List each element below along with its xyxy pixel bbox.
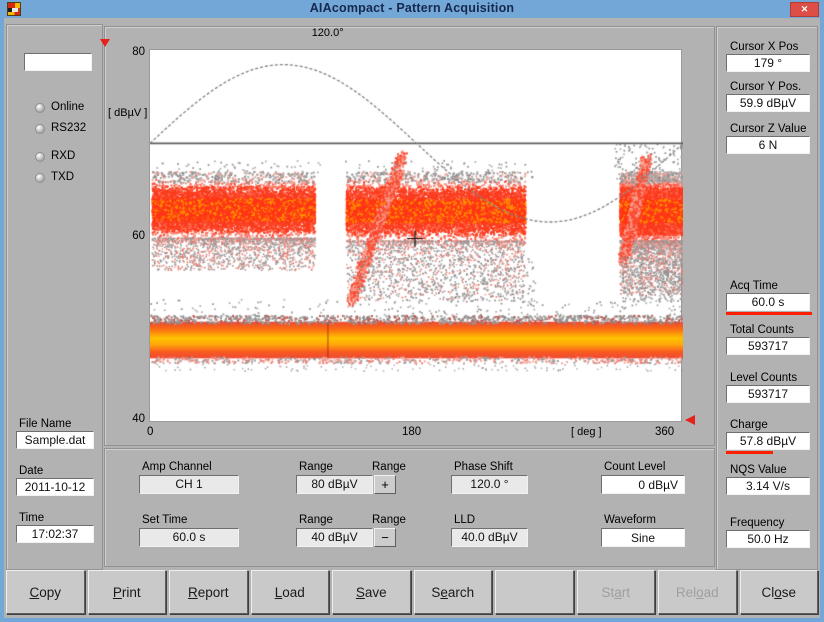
x-tick-180: 180 [402, 426, 421, 438]
cursor-z-field: 6 N [726, 136, 810, 154]
cursor-x-field: 179 ° [726, 54, 810, 72]
cursor-z-label: Cursor Z Value [730, 123, 806, 135]
range-low-field: 40 dBµV [296, 528, 373, 547]
window-body: Online RS232 RXD TXD File Name Sample.da… [4, 18, 820, 618]
acq-time-field: 60.0 s [726, 293, 810, 311]
y-tick-40: 40 [109, 413, 145, 425]
y-tick-60: 60 [109, 230, 145, 242]
nqs-field: 3.14 V/s [726, 477, 810, 495]
close-button-bottom[interactable]: Close [740, 570, 819, 614]
pattern-canvas[interactable] [150, 50, 683, 423]
set-time-label: Set Time [142, 514, 187, 526]
range-high-field: 80 dBµV [296, 475, 373, 494]
waveform-input[interactable] [601, 528, 685, 547]
status-panel: Online RS232 RXD TXD File Name Sample.da… [6, 24, 103, 570]
axis-cursor-arrow-icon[interactable] [685, 415, 695, 425]
rxd-led [35, 152, 45, 162]
total-counts-label: Total Counts [730, 324, 794, 336]
lld-field: 40.0 dBµV [451, 528, 528, 547]
range-minus-button[interactable]: − [374, 528, 396, 547]
phase-shift-label: Phase Shift [454, 461, 513, 473]
search-button[interactable]: Search [414, 570, 493, 614]
blank-button[interactable] [495, 570, 574, 614]
acq-time-progress [726, 312, 812, 315]
level-counts-field: 593717 [726, 385, 810, 403]
status-display-box [24, 53, 92, 71]
x-axis-unit: [ deg ] [571, 426, 602, 438]
range-low-label: Range [299, 514, 333, 526]
print-button[interactable]: Print [88, 570, 167, 614]
level-counts-label: Level Counts [730, 372, 797, 384]
txd-led-label: TXD [51, 171, 74, 183]
cursor-y-field: 59.9 dBµV [726, 94, 810, 112]
cursor-x-label: Cursor X Pos [730, 41, 798, 53]
y-axis-unit: [ dBµV ] [108, 107, 147, 119]
readout-panel: Cursor X Pos 179 ° Cursor Y Pos. 59.9 dB… [716, 26, 818, 570]
plot-area [149, 49, 682, 422]
lld-label: LLD [454, 514, 475, 526]
app-window: AIAcompact - Pattern Acquisition ✕ Onlin… [0, 0, 824, 622]
acquisition-controls-panel: Amp Channel CH 1 Range 80 dBµV Range + P… [104, 448, 715, 567]
rxd-led-label: RXD [51, 150, 75, 162]
save-button[interactable]: Save [332, 570, 411, 614]
nqs-label: NQS Value [730, 464, 787, 476]
window-title: AIAcompact - Pattern Acquisition [0, 1, 824, 15]
button-row: Copy Print Report Load Save Search Start… [6, 570, 818, 614]
frequency-field: 50.0 Hz [726, 530, 810, 548]
set-time-field: 60.0 s [139, 528, 239, 547]
load-button[interactable]: Load [251, 570, 330, 614]
time-field: 17:02:37 [16, 525, 94, 543]
copy-button[interactable]: Copy [6, 570, 85, 614]
frequency-label: Frequency [730, 517, 784, 529]
total-counts-field: 593717 [726, 337, 810, 355]
phase-marker-label: 120.0° [312, 27, 344, 39]
charge-progress [726, 451, 773, 454]
date-field: 2011-10-12 [16, 478, 94, 496]
time-label: Time [19, 512, 44, 524]
cursor-y-label: Cursor Y Pos. [730, 81, 801, 93]
file-name-label: File Name [19, 418, 71, 430]
pattern-plot-panel: 120.0° 80 [ dBµV ] 60 40 0 180 [ deg ] 3… [104, 26, 715, 446]
x-tick-360: 360 [655, 426, 674, 438]
close-button[interactable]: ✕ [790, 2, 819, 17]
charge-field: 57.8 dBµV [726, 432, 810, 450]
title-bar: AIAcompact - Pattern Acquisition ✕ [0, 0, 824, 18]
count-level-input[interactable] [601, 475, 685, 494]
range-high-label: Range [299, 461, 333, 473]
range-plus-button[interactable]: + [374, 475, 396, 494]
acq-time-label: Acq Time [730, 280, 778, 292]
y-tick-80: 80 [109, 46, 145, 58]
range-minus-label: Range [372, 514, 406, 526]
txd-led [35, 173, 45, 183]
amp-channel-field: CH 1 [139, 475, 239, 494]
rs232-led [35, 124, 45, 134]
phase-shift-field: 120.0 ° [451, 475, 528, 494]
x-tick-0: 0 [147, 426, 153, 438]
reload-button[interactable]: Reload [658, 570, 737, 614]
online-led-label: Online [51, 101, 84, 113]
date-label: Date [19, 465, 43, 477]
rs232-led-label: RS232 [51, 122, 86, 134]
amp-channel-label: Amp Channel [142, 461, 212, 473]
report-button[interactable]: Report [169, 570, 248, 614]
charge-label: Charge [730, 419, 768, 431]
start-button[interactable]: Start [577, 570, 656, 614]
file-name-field: Sample.dat [16, 431, 94, 449]
online-led [35, 103, 45, 113]
waveform-label: Waveform [604, 514, 656, 526]
range-plus-label: Range [372, 461, 406, 473]
count-level-label: Count Level [604, 461, 665, 473]
